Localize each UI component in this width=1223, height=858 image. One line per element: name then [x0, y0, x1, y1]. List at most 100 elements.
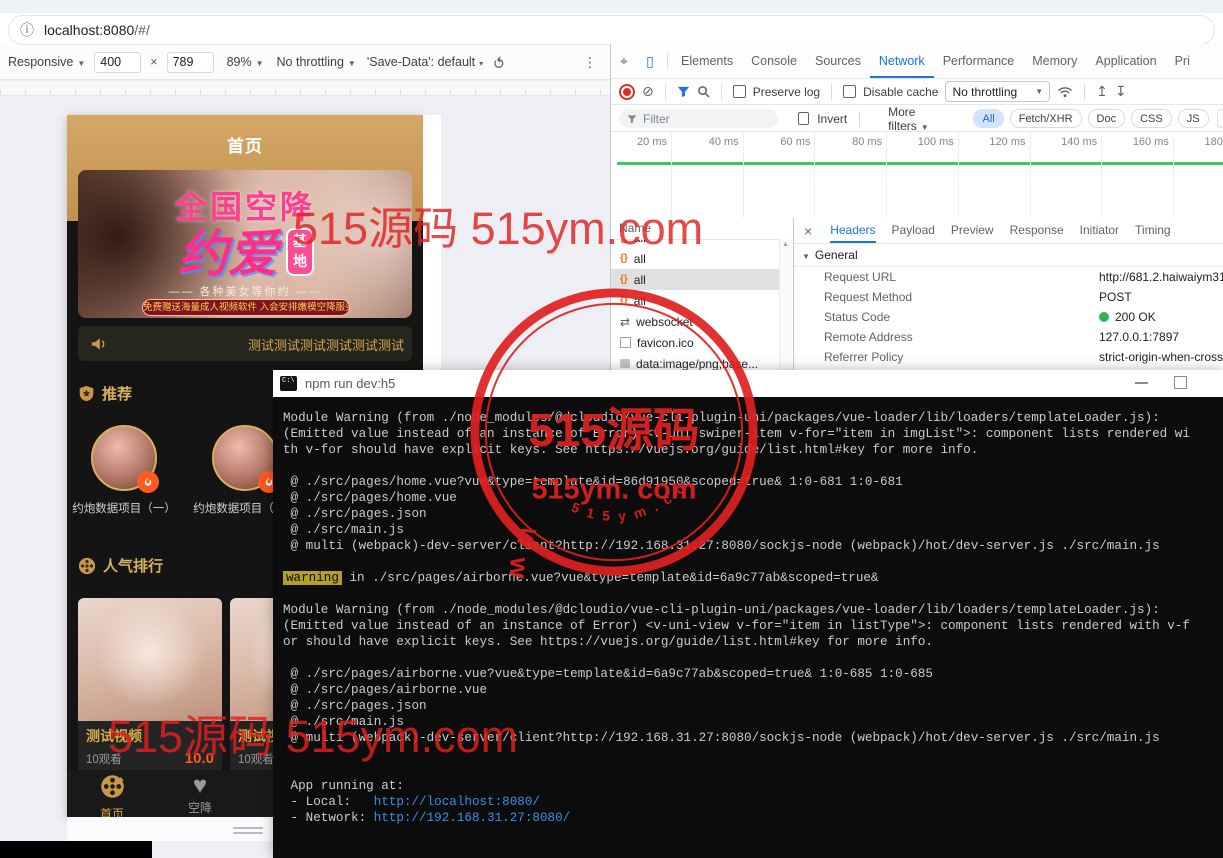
filter-funnel-icon	[627, 114, 637, 124]
device-toolbar-menu-icon[interactable]: ⋮	[583, 54, 597, 71]
notice-bar[interactable]: 测试测试测试测试测试测试	[78, 326, 412, 361]
filter-funnel-icon[interactable]	[677, 85, 690, 98]
divider	[665, 84, 666, 100]
details-tab-preview[interactable]: Preview	[951, 218, 994, 243]
general-label: Request URL	[824, 270, 1099, 284]
timeline-tick-label: 60 ms	[740, 136, 810, 148]
notice-text: 测试测试测试测试测试测试	[248, 335, 404, 354]
timeline-tick-label: 180 ms	[1171, 136, 1223, 148]
site-info-icon[interactable]: ⓘ	[20, 20, 34, 40]
tab-elements[interactable]: Elements	[672, 44, 742, 78]
minimize-icon[interactable]	[1135, 382, 1148, 384]
device-toolbar-toggle-icon[interactable]: ▯	[637, 53, 663, 70]
timeline-tick-label: 100 ms	[884, 136, 954, 148]
filter-pill-fetchxhr[interactable]: Fetch/XHR	[1010, 109, 1082, 128]
tabbar-item-home[interactable]: 首页	[77, 774, 147, 817]
filter-pill-partial[interactable]	[1217, 109, 1223, 128]
details-tab-response[interactable]: Response	[1010, 218, 1064, 243]
viewport-ruler	[0, 81, 610, 96]
terminal-line	[283, 586, 1223, 602]
general-value: 200 OK	[1099, 310, 1156, 324]
general-label: Status Code	[824, 310, 1099, 324]
avatar	[212, 425, 278, 491]
bottom-black-bar	[0, 841, 152, 858]
general-label: Remote Address	[824, 330, 1099, 344]
terminal-line: or should have explicit keys. See https:…	[283, 634, 1223, 650]
preserve-log-label: Preserve log	[753, 85, 820, 99]
inspect-element-icon[interactable]: ⌖	[611, 53, 637, 70]
network-conditions-icon[interactable]	[1057, 85, 1073, 98]
invert-label: Invert	[817, 112, 847, 126]
details-tab-headers[interactable]: Headers	[830, 218, 875, 243]
rotate-viewport-icon[interactable]: ⟲	[489, 56, 507, 69]
timeline-tick-label: 20 ms	[611, 136, 667, 148]
tab-performance[interactable]: Performance	[934, 44, 1024, 78]
tab-console[interactable]: Console	[742, 44, 806, 78]
viewport-width-input[interactable]: 400	[94, 52, 141, 73]
viewport-drag-handle[interactable]	[233, 827, 263, 829]
details-tab-payload[interactable]: Payload	[892, 218, 935, 243]
general-value: strict-origin-when-cross-origin	[1099, 350, 1223, 364]
details-tab-initiator[interactable]: Initiator	[1080, 218, 1119, 243]
filter-input[interactable]: Filter	[619, 109, 778, 128]
film-reel-icon	[100, 786, 125, 803]
filter-pill-all[interactable]: All	[973, 109, 1003, 128]
chevron-down-icon: ▼	[348, 59, 356, 68]
filter-pill-css[interactable]: CSS	[1131, 109, 1172, 128]
network-throttling-select[interactable]: No throttling▼	[945, 81, 1050, 102]
filter-pill-doc[interactable]: Doc	[1088, 109, 1126, 128]
times-separator: ×	[150, 55, 157, 69]
invert-checkbox[interactable]	[798, 112, 809, 125]
divider	[721, 84, 722, 100]
disable-cache-checkbox[interactable]	[843, 85, 856, 98]
more-filters-button[interactable]: More filters▼	[888, 106, 949, 132]
clear-network-log-icon[interactable]: ⊘	[642, 83, 654, 100]
badge-shield-icon	[78, 385, 95, 402]
general-value: 127.0.0.1:7897	[1099, 330, 1179, 344]
cmd-icon: C:\	[280, 376, 297, 391]
general-section-header[interactable]: ▼General	[794, 244, 1223, 267]
save-data-select[interactable]: 'Save-Data': default▾	[367, 55, 483, 69]
address-field[interactable]: ⓘ localhost:8080 /#/	[8, 15, 1215, 45]
record-network-log-icon[interactable]	[619, 84, 635, 100]
terminal-line: App running at:	[283, 778, 1223, 794]
chevron-down-icon: ▼	[77, 59, 85, 68]
film-reel-icon	[78, 557, 96, 575]
scroll-up-icon[interactable]: ▲	[782, 241, 789, 248]
general-row: Referrer Policystrict-origin-when-cross-…	[794, 347, 1223, 367]
browser-url-bar: ⓘ localhost:8080 /#/	[0, 13, 1223, 45]
tab-memory[interactable]: Memory	[1023, 44, 1086, 78]
import-har-icon[interactable]: ↥	[1096, 83, 1108, 100]
maximize-icon[interactable]	[1174, 376, 1187, 389]
recommend-item[interactable]: 约炮数据项目（一）	[67, 425, 189, 516]
divider	[831, 84, 832, 100]
tab-network[interactable]: Network	[870, 44, 934, 78]
details-tab-timing[interactable]: Timing	[1135, 218, 1171, 243]
tab-application[interactable]: Application	[1086, 44, 1165, 78]
search-icon[interactable]	[697, 85, 710, 98]
timeline-tick-label: 140 ms	[1027, 136, 1097, 148]
megaphone-icon	[90, 335, 108, 353]
watermark-text-top: 515源码 515ym.com	[293, 192, 703, 257]
terminal-line: (Emitted value instead of an instance of…	[283, 618, 1223, 634]
viewport-height-input[interactable]: 789	[167, 52, 214, 73]
tab-pri[interactable]: Pri	[1166, 44, 1199, 78]
divider	[1084, 84, 1085, 100]
tabbar-label: 空降	[165, 799, 235, 816]
tab-sources[interactable]: Sources	[806, 44, 870, 78]
divider	[859, 111, 860, 127]
zoom-select[interactable]: 89%▼	[227, 55, 264, 69]
general-value: http://681.2.haiwaiym31.top/dock	[1099, 270, 1223, 284]
preserve-log-checkbox[interactable]	[733, 85, 746, 98]
general-row: Request MethodPOST	[794, 287, 1223, 307]
filter-pill-js[interactable]: JS	[1178, 109, 1209, 128]
export-har-icon[interactable]: ↧	[1115, 83, 1127, 100]
terminal-link[interactable]: http://localhost:8080/	[374, 795, 540, 809]
tabbar-item-airborne[interactable]: ♥空降	[165, 774, 235, 816]
terminal-link[interactable]: http://192.168.31.27:8080/	[374, 811, 571, 825]
throttle-select[interactable]: No throttling▼	[277, 55, 356, 69]
disable-cache-label: Disable cache	[863, 85, 938, 99]
device-toolbar: Responsive▼ 400 × 789 89%▼ No throttling…	[0, 45, 610, 80]
device-mode-select[interactable]: Responsive▼	[8, 55, 85, 69]
close-icon[interactable]: ×	[804, 223, 812, 239]
